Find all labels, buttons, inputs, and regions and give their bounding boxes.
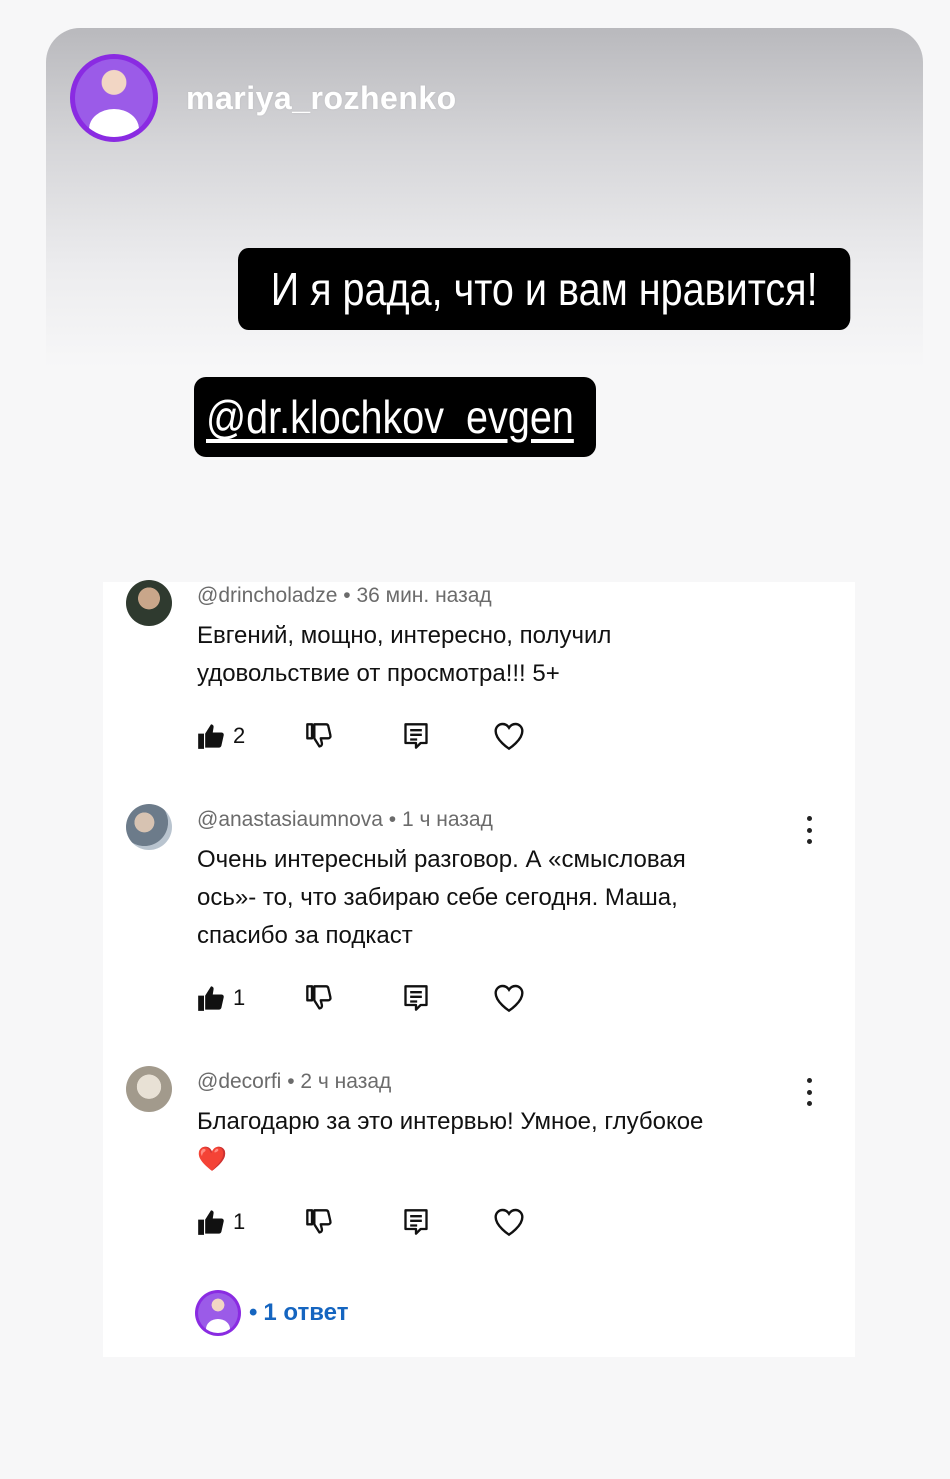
like-button[interactable]: 1: [197, 1209, 245, 1235]
replies-toggle[interactable]: • 1 ответ: [195, 1290, 348, 1336]
more-options-icon[interactable]: [805, 1078, 813, 1106]
thumbs-up-icon: [198, 1210, 224, 1235]
heart-icon: [494, 1208, 524, 1237]
thumbs-down-icon: [306, 1209, 332, 1234]
avatar-photo: [75, 59, 153, 137]
heart-button[interactable]: [493, 1207, 525, 1237]
thumbs-down-icon: [306, 985, 332, 1010]
comment-icon: [404, 985, 428, 1011]
text-sticker: И я рада, что и вам нравится!: [238, 248, 851, 330]
avatar[interactable]: [126, 580, 172, 626]
more-options-icon[interactable]: [805, 816, 813, 844]
like-count: 2: [233, 723, 246, 748]
thumbs-up-icon: [198, 986, 224, 1011]
mention-label[interactable]: @dr.klochkov_evgen: [206, 390, 574, 444]
avatar[interactable]: [126, 1066, 172, 1112]
comment-meta: @decorfi • 2 ч назад: [197, 1070, 392, 1093]
reply-button[interactable]: [403, 1208, 429, 1236]
comment-text: Очень интересный разговор. А «смысловая …: [197, 841, 817, 955]
comment-text-line: спасибо за подкаст: [197, 922, 413, 949]
heart-icon: [494, 984, 524, 1013]
reply-author-avatar: [195, 1290, 241, 1336]
heart-button[interactable]: [493, 721, 525, 751]
comment-author[interactable]: @decorfi: [197, 1070, 281, 1093]
comment-meta: @drincholadze • 36 мин. назад: [197, 584, 492, 607]
thumbs-down-icon: [306, 723, 332, 748]
comment-meta: @anastasiaumnova • 1 ч назад: [197, 808, 493, 831]
heart-icon: [494, 722, 524, 751]
like-count: 1: [233, 985, 246, 1010]
thumbs-up-icon: [198, 724, 224, 749]
like-button[interactable]: 1: [197, 985, 245, 1011]
dislike-button[interactable]: [305, 723, 333, 749]
comment-icon: [404, 1209, 428, 1235]
comment-author[interactable]: @drincholadze: [197, 584, 337, 607]
comment-text: Благодарю за это интервью! Умное, глубок…: [197, 1103, 817, 1179]
replies-count-link[interactable]: 1 ответ: [263, 1299, 348, 1327]
mention-sticker[interactable]: @dr.klochkov_evgen: [194, 377, 596, 457]
comment-icon: [404, 723, 428, 749]
dislike-button[interactable]: [305, 985, 333, 1011]
comment-time: 36 мин. назад: [356, 584, 492, 607]
avatar-photo: [198, 1293, 238, 1333]
reply-button[interactable]: [403, 722, 429, 750]
text-sticker-label: И я рада, что и вам нравится!: [270, 263, 818, 315]
heart-button[interactable]: [493, 983, 525, 1013]
comment-text-line: Благодарю за это интервью! Умное, глубок…: [197, 1108, 704, 1135]
comment-time: 2 ч назад: [300, 1070, 392, 1093]
story-username[interactable]: mariya_rozhenko: [186, 80, 457, 117]
heart-emoji: ❤️: [197, 1146, 227, 1173]
comments-panel: @drincholadze • 36 мин. назад Евгений, м…: [103, 580, 855, 1357]
comment-text-line: удовольствие от просмотра!!! 5+: [197, 660, 560, 687]
comment-author[interactable]: @anastasiaumnova: [197, 808, 383, 831]
story-avatar[interactable]: [70, 54, 158, 142]
comment-time: 1 ч назад: [401, 808, 493, 831]
avatar[interactable]: [126, 804, 172, 850]
dislike-button[interactable]: [305, 1209, 333, 1235]
comment-text: Евгений, мощно, интересно, получил удово…: [197, 617, 797, 693]
like-button[interactable]: 2: [197, 723, 245, 749]
reply-button[interactable]: [403, 984, 429, 1012]
comment-text-line: ось»- то, что забираю себе сегодня. Маша…: [197, 884, 678, 911]
comment-text-line: Очень интересный разговор. А «смысловая: [197, 846, 686, 873]
comment-text-line: Евгений, мощно, интересно, получил: [197, 622, 612, 649]
like-count: 1: [233, 1209, 246, 1234]
